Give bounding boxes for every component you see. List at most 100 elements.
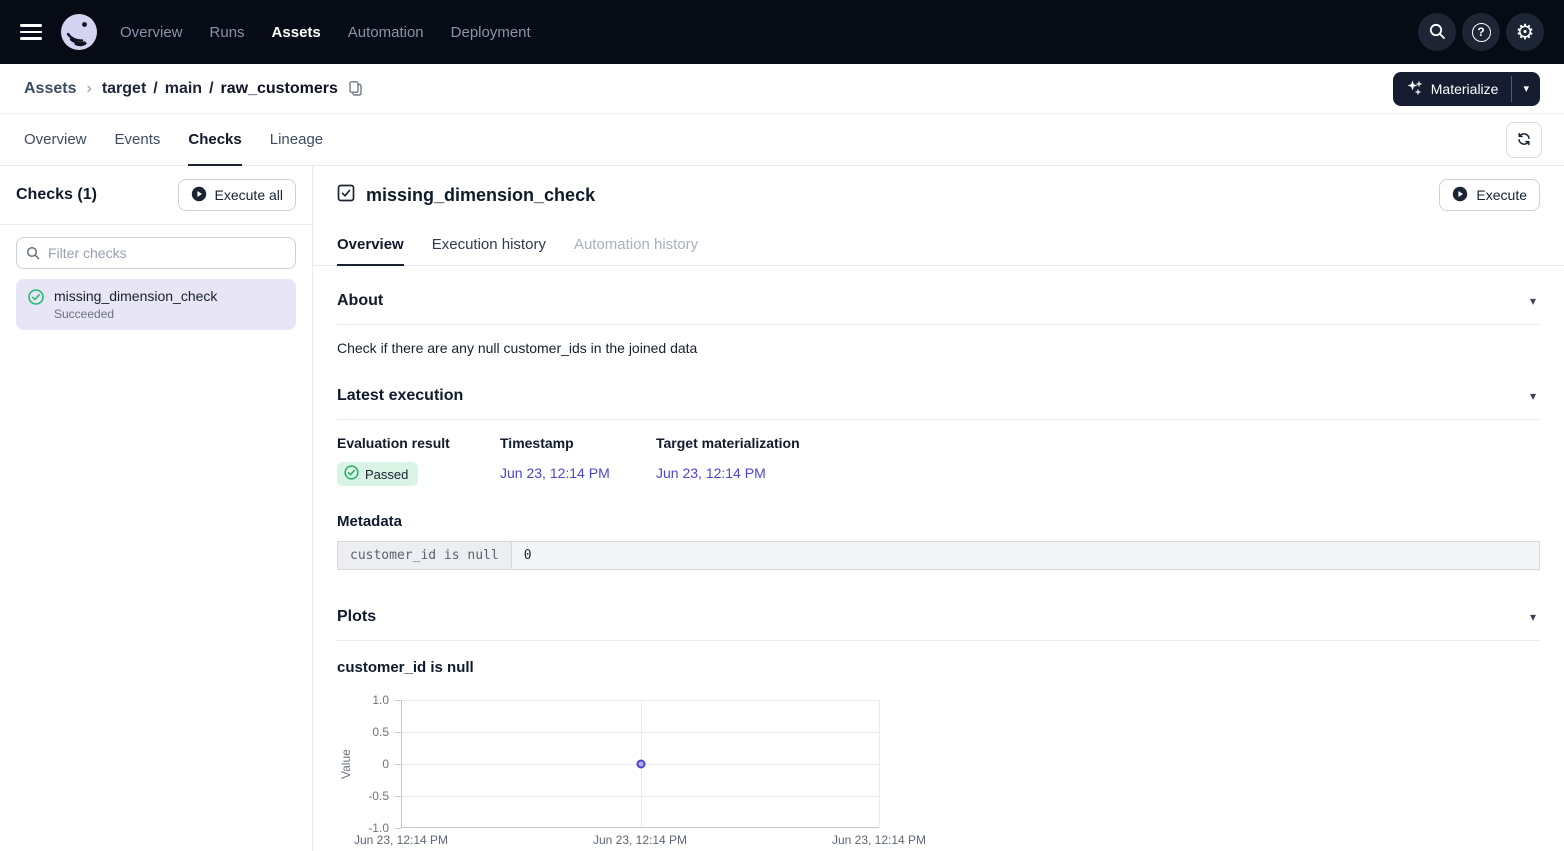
nav-item-overview[interactable]: Overview (120, 24, 183, 41)
breadcrumb-segment-asset: raw_customers (221, 80, 338, 98)
check-detail-tabs: Overview Execution history Automation hi… (313, 224, 1564, 266)
x-axis: Jun 23, 12:14 PMJun 23, 12:14 PMJun 23, … (401, 833, 879, 851)
y-axis-tick-label: 0.5 (372, 725, 389, 739)
evaluation-result-label: Evaluation result (337, 435, 500, 451)
check-detail-pane: missing_dimension_check Execute Overview… (313, 166, 1564, 851)
check-detail-body: About Check if there are any null custom… (313, 266, 1564, 851)
nav-item-automation[interactable]: Automation (348, 24, 424, 41)
breadcrumb-row: Assets target / main / raw_customers Mat… (0, 64, 1564, 114)
nav-item-assets[interactable]: Assets (272, 24, 321, 41)
collapse-caret-icon[interactable] (1526, 610, 1540, 624)
check-success-icon (28, 288, 44, 321)
filter-checks-box (16, 237, 296, 269)
hamburger-menu-icon[interactable] (20, 24, 46, 40)
collapse-caret-icon[interactable] (1526, 294, 1540, 308)
x-axis-label: Jun 23, 12:14 PM (354, 833, 448, 847)
breadcrumb-assets-link[interactable]: Assets (24, 80, 76, 98)
execute-all-button[interactable]: Execute all (178, 179, 296, 211)
gear-icon (1516, 22, 1535, 43)
nav-icon-group (1418, 13, 1544, 51)
latest-execution-heading: Latest execution (337, 387, 463, 405)
breadcrumb-segment-main[interactable]: main (165, 80, 202, 98)
refresh-icon (1516, 131, 1532, 150)
check-item-name: missing_dimension_check (54, 288, 217, 304)
target-materialization-label: Target materialization (656, 435, 1540, 451)
filter-checks-input[interactable] (16, 237, 296, 269)
check-detail-header: missing_dimension_check Execute (313, 166, 1564, 224)
y-axis-tick-mark (395, 828, 401, 829)
tab-checks[interactable]: Checks (188, 114, 241, 166)
materialize-button[interactable]: Materialize (1393, 72, 1512, 106)
asset-tabs: Overview Events Checks Lineage (24, 114, 323, 165)
plots-section-header: Plots (337, 600, 1540, 641)
metadata-value: 0 (511, 542, 1539, 570)
materialize-split-button: Materialize (1393, 72, 1540, 106)
plot-title: customer_id is null (337, 659, 1540, 676)
main-nav: Overview Runs Assets Automation Deployme… (120, 24, 531, 41)
check-item-status: Succeeded (54, 307, 217, 321)
tab-execution-history[interactable]: Execution history (432, 224, 546, 266)
breadcrumb-separator: / (153, 80, 157, 98)
checks-sidebar: Checks (1) Execute all (0, 166, 313, 851)
about-section-header: About (337, 284, 1540, 325)
tab-lineage[interactable]: Lineage (270, 114, 323, 166)
latest-execution-labels: Evaluation result Timestamp Target mater… (337, 435, 1540, 451)
timestamp-label: Timestamp (500, 435, 656, 451)
y-axis-title: Value (337, 700, 355, 828)
refresh-button[interactable] (1506, 122, 1542, 158)
sparkle-icon (1406, 79, 1423, 99)
x-axis-label: Jun 23, 12:14 PM (832, 833, 926, 847)
data-point[interactable] (637, 760, 646, 769)
target-materialization-link[interactable]: Jun 23, 12:14 PM (656, 465, 766, 481)
copy-icon[interactable] (347, 80, 364, 97)
execute-all-label: Execute all (215, 187, 283, 203)
help-icon (1472, 23, 1491, 42)
materialize-label: Materialize (1431, 81, 1499, 97)
metadata-heading: Metadata (337, 513, 1540, 530)
help-button[interactable] (1462, 13, 1500, 51)
y-axis-tick-label: -0.5 (368, 789, 389, 803)
y-axis: 1.00.50-0.5-1.0 (355, 700, 401, 828)
vertical-gridline (879, 700, 880, 827)
content-area: Checks (1) Execute all (0, 166, 1564, 851)
nav-item-runs[interactable]: Runs (210, 24, 245, 41)
search-button[interactable] (1418, 13, 1456, 51)
materialize-dropdown-caret-icon[interactable] (1512, 72, 1540, 106)
value-plot-chart: Value 1.00.50-0.5-1.0 Jun 23, 12:14 PMJu… (337, 700, 1540, 851)
plots-heading: Plots (337, 608, 376, 626)
settings-button[interactable] (1506, 13, 1544, 51)
asset-tabs-row: Overview Events Checks Lineage (0, 114, 1564, 166)
x-axis-label: Jun 23, 12:14 PM (593, 833, 687, 847)
top-nav: Overview Runs Assets Automation Deployme… (0, 0, 1564, 64)
breadcrumb-segment-target[interactable]: target (102, 80, 146, 98)
tab-check-overview[interactable]: Overview (337, 224, 404, 266)
y-axis-tick-label: 1.0 (372, 693, 389, 707)
execute-label: Execute (1476, 187, 1527, 203)
about-description: Check if there are any null customer_ids… (337, 325, 1540, 379)
breadcrumb: Assets target / main / raw_customers (24, 80, 364, 98)
timestamp-link[interactable]: Jun 23, 12:14 PM (500, 465, 610, 481)
passed-status-badge: Passed (337, 462, 418, 486)
tab-automation-history[interactable]: Automation history (574, 224, 698, 266)
breadcrumb-separator: / (209, 80, 213, 98)
chevron-right-icon (86, 80, 91, 98)
tab-overview[interactable]: Overview (24, 114, 87, 166)
plot-area (401, 700, 879, 828)
metadata-table: customer_id is null 0 (337, 541, 1540, 570)
search-icon (1428, 22, 1446, 43)
checks-panel-header: Checks (1) Execute all (0, 166, 312, 225)
metadata-key: customer_id is null (338, 542, 512, 570)
check-list-item[interactable]: missing_dimension_check Succeeded (16, 279, 296, 330)
latest-execution-section-header: Latest execution (337, 379, 1540, 420)
collapse-caret-icon[interactable] (1526, 389, 1540, 403)
asset-check-icon (337, 184, 355, 207)
check-detail-title: missing_dimension_check (366, 185, 595, 206)
dagster-logo[interactable] (60, 13, 98, 51)
checks-panel-title: Checks (1) (16, 186, 97, 204)
execute-button[interactable]: Execute (1439, 179, 1540, 211)
about-heading: About (337, 292, 383, 310)
play-circle-icon (1452, 186, 1468, 205)
tab-events[interactable]: Events (115, 114, 161, 166)
nav-item-deployment[interactable]: Deployment (451, 24, 531, 41)
metadata-row: customer_id is null 0 (338, 542, 1540, 570)
